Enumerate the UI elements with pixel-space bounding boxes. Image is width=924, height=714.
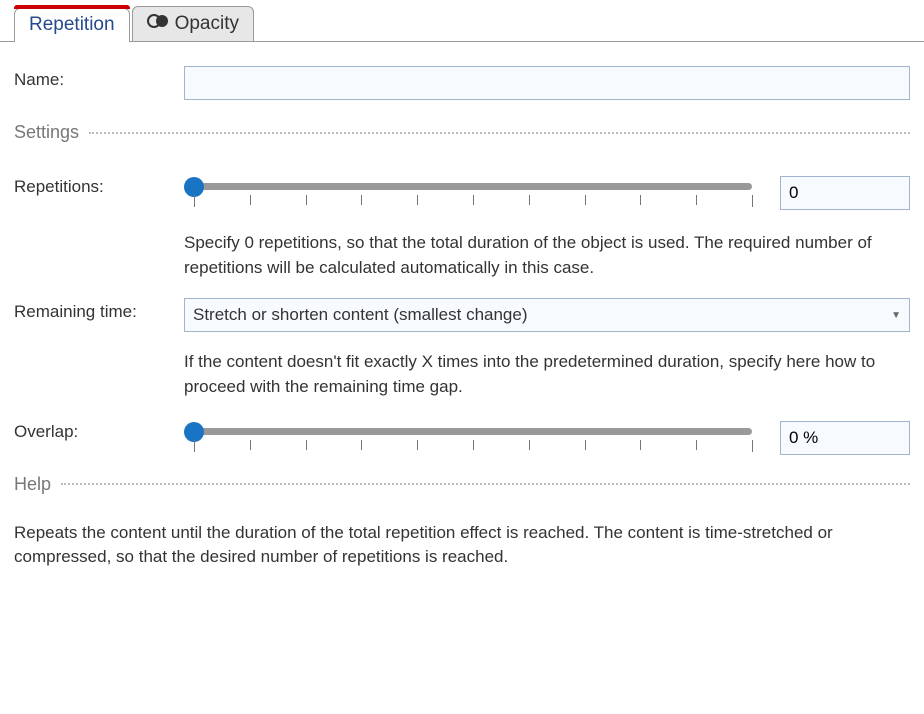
- remaining-time-label: Remaining time:: [14, 298, 184, 322]
- remaining-time-row: Remaining time: Stretch or shorten conte…: [14, 298, 910, 332]
- overlap-label: Overlap:: [14, 418, 184, 442]
- name-row: Name:: [14, 66, 910, 100]
- remaining-time-help: If the content doesn't fit exactly X tim…: [184, 350, 910, 399]
- slider-thumb[interactable]: [184, 422, 204, 442]
- repetitions-help: Specify 0 repetitions, so that the total…: [184, 231, 910, 280]
- content: Name: Settings Repetitions:: [0, 42, 924, 590]
- tab-opacity[interactable]: Opacity: [132, 6, 254, 41]
- name-label: Name:: [14, 66, 184, 90]
- repetitions-help-row: Specify 0 repetitions, so that the total…: [14, 219, 910, 280]
- overlap-slider[interactable]: [184, 418, 762, 458]
- divider: [89, 132, 910, 134]
- tab-repetition-label: Repetition: [29, 14, 115, 36]
- settings-header-label: Settings: [14, 122, 79, 143]
- help-header-label: Help: [14, 474, 51, 495]
- remaining-time-value: Stretch or shorten content (smallest cha…: [193, 305, 891, 325]
- help-body: Repeats the content until the duration o…: [14, 521, 910, 570]
- opacity-icon: [147, 12, 169, 36]
- name-input[interactable]: [184, 66, 910, 100]
- overlap-spinbox[interactable]: ▲ ▼: [780, 421, 910, 455]
- overlap-row: Overlap:: [14, 418, 910, 458]
- tab-repetition[interactable]: Repetition: [14, 8, 130, 42]
- help-header: Help: [14, 474, 910, 495]
- slider-thumb[interactable]: [184, 177, 204, 197]
- tab-bar: Repetition Opacity: [0, 0, 924, 42]
- repetitions-spinbox[interactable]: ▲ ▼: [780, 176, 910, 210]
- repetitions-label: Repetitions:: [14, 173, 184, 197]
- repetitions-value[interactable]: [781, 177, 924, 209]
- overlap-value[interactable]: [781, 422, 924, 454]
- repetitions-row: Repetitions:: [14, 173, 910, 213]
- tab-opacity-label: Opacity: [175, 13, 239, 35]
- divider: [61, 483, 910, 485]
- remaining-time-combo[interactable]: Stretch or shorten content (smallest cha…: [184, 298, 910, 332]
- remaining-time-help-row: If the content doesn't fit exactly X tim…: [14, 338, 910, 399]
- settings-header: Settings: [14, 122, 910, 143]
- chevron-down-icon: ▼: [891, 310, 901, 321]
- repetitions-slider[interactable]: [184, 173, 762, 213]
